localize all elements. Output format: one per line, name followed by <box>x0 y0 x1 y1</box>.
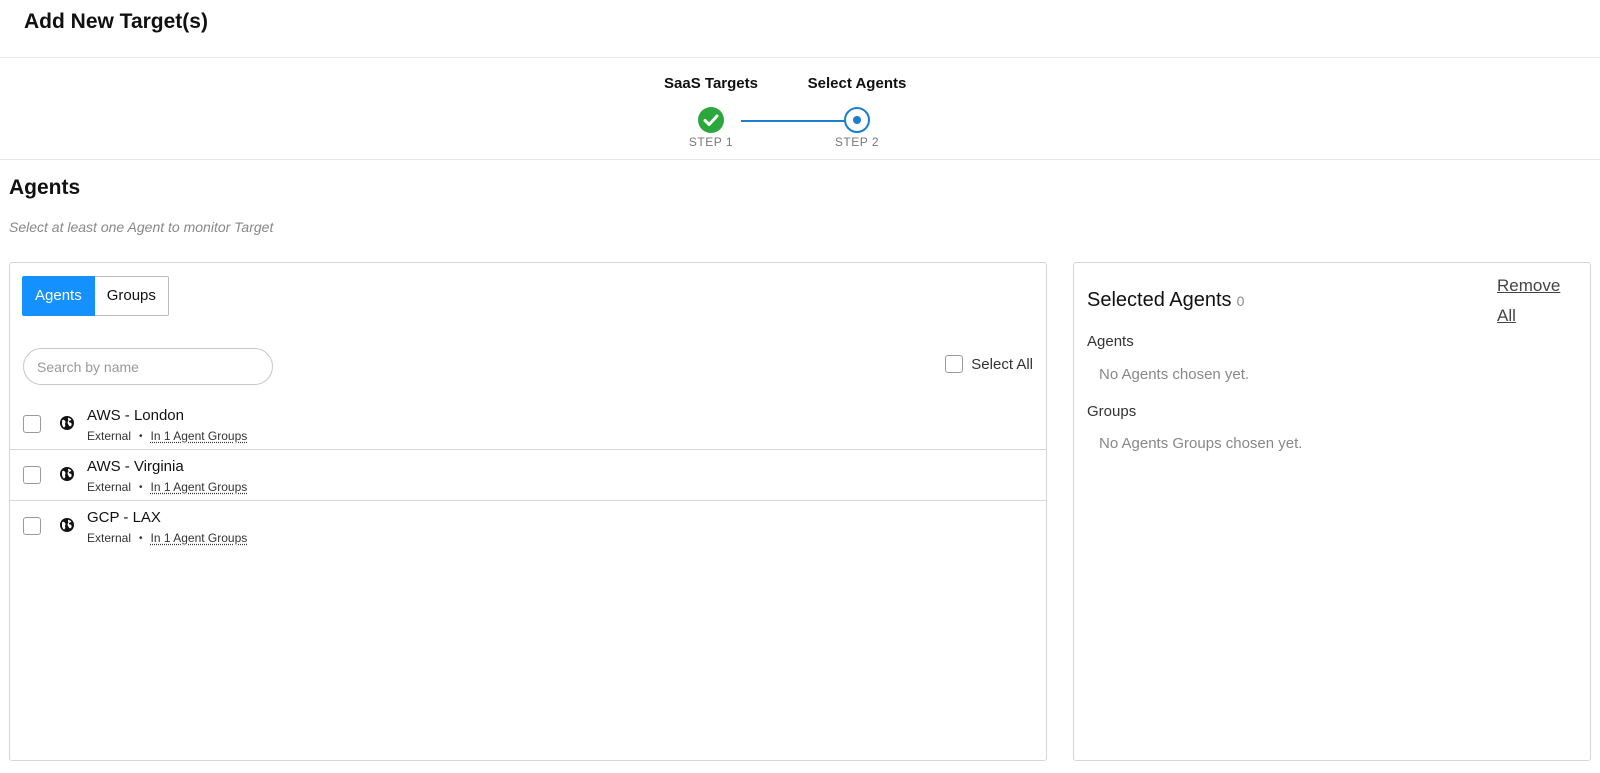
step-title: SaaS Targets <box>664 75 758 92</box>
selected-agents-title: Selected Agents 0 <box>1087 289 1244 312</box>
page-title: Add New Target(s) <box>24 10 208 33</box>
globe-icon <box>60 467 74 481</box>
step-connector <box>741 120 858 122</box>
agent-groups-link[interactable]: In 1 Agent Groups <box>151 480 248 494</box>
tab-agents[interactable]: Agents <box>22 276 95 316</box>
meta-separator: • <box>139 481 143 493</box>
selected-agents-label: Selected Agents <box>1087 289 1232 311</box>
section-subtitle: Select at least one Agent to monitor Tar… <box>9 219 274 235</box>
search-input[interactable] <box>23 348 273 385</box>
agent-checkbox[interactable] <box>23 517 41 535</box>
stepper: SaaS Targets STEP 1 Select Agents STEP 2 <box>0 58 1600 160</box>
agent-type: External <box>87 480 132 494</box>
agent-name: AWS - Virginia <box>87 458 184 475</box>
groups-empty-message: No Agents Groups chosen yet. <box>1099 435 1303 452</box>
agent-name: GCP - LAX <box>87 509 161 526</box>
list-item[interactable]: GCP - LAX External • In 1 Agent Groups <box>10 501 1046 552</box>
view-toggle: Agents Groups <box>22 276 169 316</box>
agent-meta: External • In 1 Agent Groups <box>87 531 247 545</box>
agent-groups-link[interactable]: In 1 Agent Groups <box>151 429 248 443</box>
agent-meta: External • In 1 Agent Groups <box>87 429 247 443</box>
agent-picker-panel: Agents Groups Select All AWS - London Ex… <box>9 262 1047 761</box>
remove-all-link[interactable]: Remove All <box>1497 271 1577 331</box>
selected-agents-panel: Selected Agents 0 Remove All Agents No Ag… <box>1073 262 1591 761</box>
globe-icon <box>60 416 74 430</box>
selected-agents-heading: Agents <box>1087 333 1134 350</box>
select-all[interactable]: Select All <box>945 355 1033 373</box>
meta-separator: • <box>139 430 143 442</box>
step-caption: STEP 2 <box>834 135 880 149</box>
globe-icon <box>60 518 74 532</box>
agent-checkbox[interactable] <box>23 466 41 484</box>
agents-empty-message: No Agents chosen yet. <box>1099 366 1250 383</box>
agent-checkbox[interactable] <box>23 415 41 433</box>
select-all-checkbox[interactable] <box>945 355 964 373</box>
check-icon <box>698 107 724 133</box>
select-all-label: Select All <box>971 355 1033 373</box>
agent-name: AWS - London <box>87 407 184 424</box>
agent-type: External <box>87 531 132 545</box>
list-item[interactable]: AWS - Virginia External • In 1 Agent Gro… <box>10 450 1046 501</box>
step-title: Select Agents <box>807 75 907 92</box>
page-header: Add New Target(s) <box>0 0 1600 58</box>
agent-groups-link[interactable]: In 1 Agent Groups <box>151 531 248 545</box>
selected-groups-heading: Groups <box>1087 403 1137 420</box>
list-item[interactable]: AWS - London External • In 1 Agent Group… <box>10 399 1046 450</box>
selected-count: 0 <box>1236 293 1245 309</box>
meta-separator: • <box>139 532 143 544</box>
agent-list: AWS - London External • In 1 Agent Group… <box>10 399 1046 552</box>
current-step-icon <box>844 107 870 133</box>
agent-type: External <box>87 429 132 443</box>
tab-groups[interactable]: Groups <box>94 276 169 316</box>
step-caption: STEP 1 <box>688 135 734 149</box>
section-title: Agents <box>9 176 81 199</box>
agent-meta: External • In 1 Agent Groups <box>87 480 247 494</box>
